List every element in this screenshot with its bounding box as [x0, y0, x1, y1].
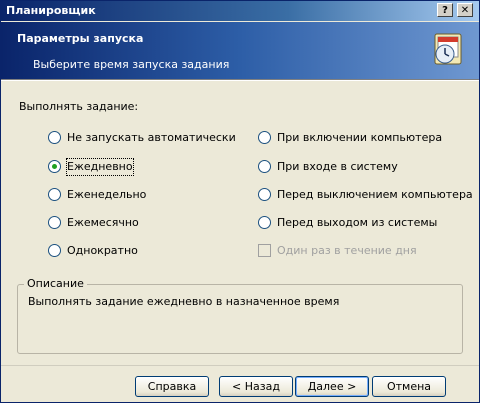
radio-label: Ежедневно [66, 158, 134, 176]
radio-label: При включении компьютера [277, 131, 443, 144]
next-button[interactable]: Далее > [295, 376, 369, 397]
cancel-button[interactable]: Отмена [372, 376, 446, 397]
header-separator-highlight [1, 80, 479, 81]
checkbox-box [258, 244, 271, 257]
radio-circle-selected[interactable] [48, 160, 61, 173]
radio-label: Перед выключением компьютера [277, 188, 473, 201]
footer-separator [1, 365, 479, 366]
radio-circle[interactable] [258, 131, 271, 144]
header-panel: Параметры запуска Выберите время запуска… [1, 22, 479, 79]
checkbox-label: Один раз в течение дня [277, 244, 417, 257]
radio-circle[interactable] [258, 188, 271, 201]
radio-circle[interactable] [258, 160, 271, 173]
wizard-window: Планировщик ? ✕ Параметры запуска Выбери… [0, 0, 480, 403]
radio-label: Не запускать автоматически [67, 131, 236, 144]
description-group: Описание Выполнять задание ежедневно в н… [17, 277, 463, 354]
close-title-button[interactable]: ✕ [457, 3, 473, 17]
description-text: Выполнять задание ежедневно в назначенно… [28, 295, 340, 308]
header-title: Параметры запуска [17, 32, 144, 45]
radio-label: Перед выходом из системы [277, 216, 438, 229]
radio-label: Ежемесячно [67, 216, 139, 229]
help-title-button[interactable]: ? [437, 3, 453, 17]
header-subtitle: Выберите время запуска задания [33, 58, 230, 71]
radio-circle[interactable] [48, 131, 61, 144]
title-bar: Планировщик ? ✕ [1, 1, 479, 21]
radio-circle[interactable] [48, 188, 61, 201]
help-button[interactable]: Справка [135, 376, 209, 397]
window-title: Планировщик [6, 4, 96, 17]
radio-label: Еженедельно [67, 188, 147, 201]
radio-label: При входе в систему [277, 160, 398, 173]
scheduler-icon [431, 32, 467, 68]
back-button[interactable]: < Назад [219, 376, 293, 397]
description-legend: Описание [24, 277, 87, 290]
radio-circle[interactable] [48, 244, 61, 257]
schedule-label: Выполнять задание: [19, 100, 139, 113]
radio-label: Однократно [67, 244, 138, 257]
radio-circle[interactable] [48, 216, 61, 229]
radio-circle[interactable] [258, 216, 271, 229]
